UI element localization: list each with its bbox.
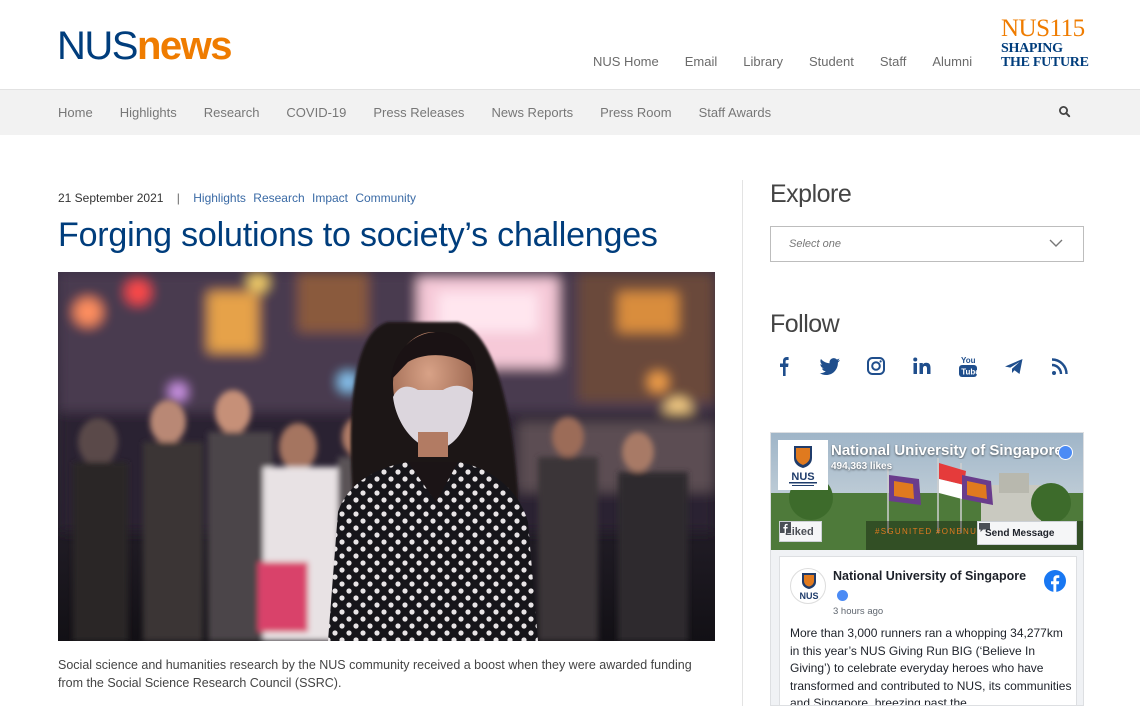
article-image-caption: Social science and humanities research b… <box>58 658 692 690</box>
facebook-logo-icon[interactable] <box>1044 570 1066 592</box>
utility-link-student[interactable]: Student <box>809 54 854 69</box>
nav-item-staff-awards[interactable]: Staff Awards <box>699 105 772 120</box>
explore-heading: Explore <box>770 180 852 208</box>
nav-item-research[interactable]: Research <box>204 105 260 120</box>
post-verified-icon <box>837 590 848 601</box>
utility-link-library[interactable]: Library <box>743 54 783 69</box>
facebook-like-count: 494,363 likes <box>831 461 893 472</box>
nav-item-covid-19[interactable]: COVID-19 <box>286 105 346 120</box>
column-divider <box>742 180 743 706</box>
article-date: 21 September 2021 <box>58 191 164 205</box>
post-avatar-logo-text: NUS <box>799 591 818 601</box>
explore-select-placeholder: Select one <box>789 238 841 250</box>
post-author-avatar[interactable]: NUS <box>790 568 826 604</box>
instagram-icon[interactable] <box>864 354 910 380</box>
svg-text:Tube: Tube <box>961 368 980 377</box>
nav-item-press-room[interactable]: Press Room <box>600 105 672 120</box>
article-title: Forging solutions to society’s challenge… <box>58 216 658 254</box>
tag-research[interactable]: Research <box>253 191 304 205</box>
facebook-page-name[interactable]: National University of Singapore <box>831 442 1063 459</box>
nus-page-avatar[interactable]: NUS <box>778 440 828 490</box>
send-message-label: Send Message <box>985 527 1055 539</box>
tag-impact[interactable]: Impact <box>312 191 348 205</box>
logo-nus-text: NUS <box>57 24 138 68</box>
post-text: More than 3,000 runners ran a whopping 3… <box>790 626 1072 706</box>
avatar-logo-text: NUS <box>791 471 814 483</box>
nav-item-news-reports[interactable]: News Reports <box>491 105 573 120</box>
send-message-button[interactable]: Send Message <box>977 521 1077 545</box>
twitter-icon[interactable] <box>818 354 864 380</box>
utility-nav: NUS Home Email Library Student Staff Alu… <box>593 54 998 69</box>
facebook-cover-image: #SGUNITED #ONENUS NUS National Universit… <box>771 433 1083 550</box>
utility-link-nus-home[interactable]: NUS Home <box>593 54 659 69</box>
utility-link-alumni[interactable]: Alumni <box>932 54 972 69</box>
verified-badge-icon <box>1058 445 1073 460</box>
youtube-icon[interactable]: You Tube <box>956 354 1002 380</box>
logo-news-text: news <box>136 24 233 68</box>
linkedin-icon[interactable] <box>910 354 956 380</box>
message-icon <box>979 523 990 532</box>
nus-news-logo[interactable]: NUSnews <box>57 24 233 68</box>
post-timestamp[interactable]: 3 hours ago <box>833 606 883 617</box>
utility-link-email[interactable]: Email <box>685 54 718 69</box>
main-nav: Home Highlights Research COVID-19 Press … <box>0 90 1140 135</box>
facebook-square-icon <box>780 522 791 533</box>
explore-select[interactable]: Select one <box>770 226 1084 262</box>
utility-link-staff[interactable]: Staff <box>880 54 907 69</box>
social-links: You Tube <box>772 354 1094 380</box>
article-meta: 21 September 2021 | Highlights Research … <box>58 191 420 205</box>
rss-icon[interactable] <box>1048 354 1094 380</box>
nav-item-highlights[interactable]: Highlights <box>120 105 177 120</box>
liked-button[interactable]: Liked <box>779 521 822 542</box>
nus115-tagline-2: THE FUTURE <box>1001 55 1089 70</box>
chevron-down-icon <box>1049 239 1063 247</box>
facebook-icon[interactable] <box>772 354 818 380</box>
site-header: NUSnews NUS Home Email Library Student S… <box>0 0 1140 90</box>
facebook-post[interactable]: NUS National University of Singapore 3 h… <box>779 556 1077 706</box>
telegram-icon[interactable] <box>1002 354 1048 380</box>
nav-item-press-releases[interactable]: Press Releases <box>373 105 464 120</box>
meta-separator: | <box>176 191 180 205</box>
nus115-logo[interactable]: NUS115 SHAPING THE FUTURE <box>1001 16 1091 70</box>
tag-community[interactable]: Community <box>355 191 416 205</box>
article-hero-image <box>58 272 715 641</box>
tag-highlights[interactable]: Highlights <box>193 191 246 205</box>
svg-text:You: You <box>961 356 976 365</box>
cover-hashtags: #SGUNITED #ONENUS <box>875 527 984 536</box>
nus115-tagline-1: SHAPING <box>1001 41 1063 56</box>
follow-heading: Follow <box>770 310 840 338</box>
search-icon[interactable] <box>1058 105 1072 119</box>
post-author-name[interactable]: National University of Singapore <box>833 569 1026 583</box>
facebook-page-widget[interactable]: #SGUNITED #ONENUS NUS National Universit… <box>770 432 1084 706</box>
nav-item-home[interactable]: Home <box>58 105 93 120</box>
nus115-title: NUS115 <box>1001 15 1085 42</box>
